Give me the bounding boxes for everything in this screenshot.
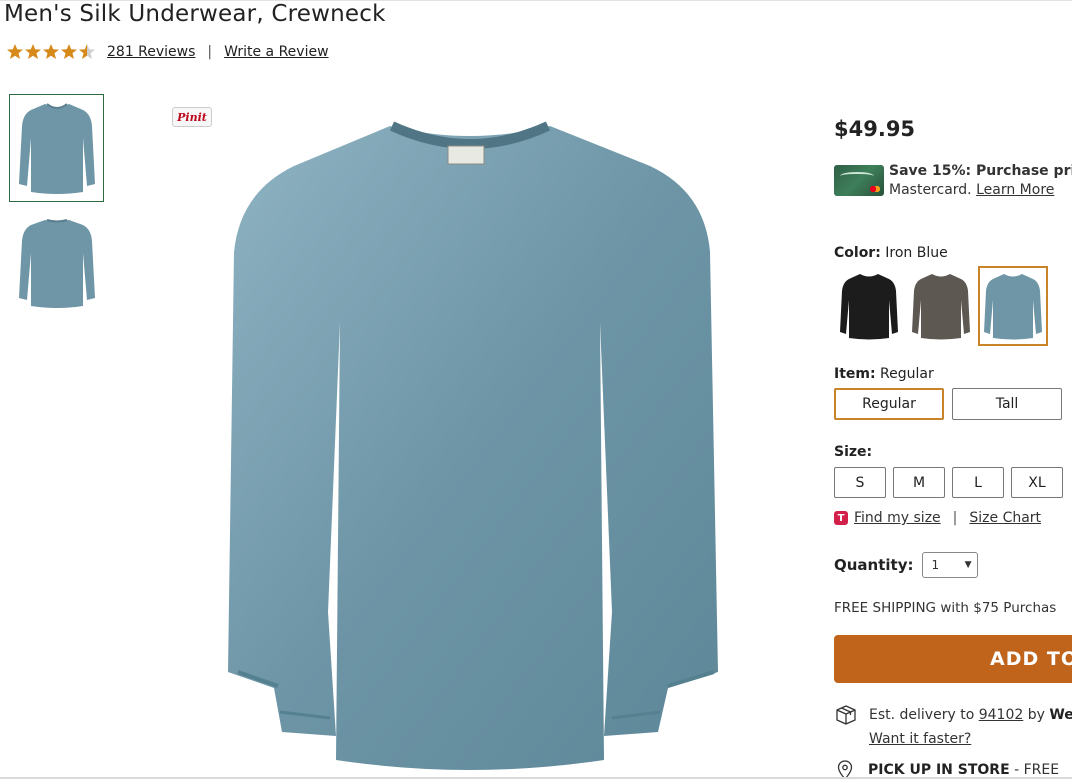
fit-separator: | [952, 510, 958, 526]
color-swatches [834, 266, 1048, 346]
buy-box: $49.95 Save 15%: Purchase pric Mastercar… [834, 0, 1072, 779]
shirt-hero-image [228, 121, 718, 770]
size-option-l[interactable]: L [952, 467, 1004, 498]
pinterest-pin-button[interactable]: Pinit [172, 107, 212, 127]
size-option-s[interactable]: S [834, 467, 886, 498]
swatch-shirt-image [912, 274, 970, 340]
color-value: Iron Blue [885, 245, 948, 261]
add-to-bag-button[interactable]: ADD TO [834, 635, 1072, 683]
free-shipping-text: FREE SHIPPING with $75 Purchas [834, 600, 1057, 616]
product-price: $49.95 [834, 117, 916, 141]
size-option-m[interactable]: M [893, 467, 945, 498]
star-icon [6, 43, 24, 60]
zip-code-link[interactable]: 94102 [979, 707, 1024, 723]
size-option-xl[interactable]: XL [1011, 467, 1063, 498]
item-options: Regular Tall [834, 388, 1062, 420]
size-chart-link[interactable]: Size Chart [969, 510, 1041, 526]
chevron-down-icon: ▼ [964, 560, 972, 570]
product-title: Men's Silk Underwear, Crewneck [4, 1, 386, 27]
write-review-link[interactable]: Write a Review [224, 44, 328, 60]
swatch-shirt-image [840, 274, 898, 340]
quantity-label: Quantity: [834, 556, 914, 574]
color-swatch-iron-blue[interactable] [978, 266, 1048, 346]
card-offer-headline: Save 15%: Purchase pric [889, 163, 1072, 179]
color-swatch-black[interactable] [834, 266, 904, 346]
card-offer-text: Mastercard. [889, 182, 972, 198]
swatch-shirt-image [984, 274, 1042, 340]
card-offer: Save 15%: Purchase pric Mastercard. Lear… [834, 162, 1072, 200]
rating-separator: | [207, 43, 213, 60]
size-label: Size: [834, 444, 873, 460]
quantity-value: 1 [931, 558, 940, 572]
delivery-estimate: Est. delivery to 94102 by Wed Want it fa… [834, 703, 1072, 751]
star-icon [24, 43, 42, 60]
size-options: S M L XL [834, 467, 1063, 498]
item-option-tall[interactable]: Tall [952, 388, 1062, 420]
reviews-link[interactable]: 281 Reviews [107, 44, 195, 60]
shirt-front-image [18, 103, 95, 194]
delivery-day: Wed [1049, 707, 1072, 723]
star-rating[interactable] [6, 43, 96, 60]
true-fit-icon: T [834, 511, 848, 525]
thumbnail-back[interactable] [9, 208, 104, 316]
thumbnail-list [9, 94, 105, 322]
item-option-regular[interactable]: Regular [834, 388, 944, 420]
want-it-faster-link[interactable]: Want it faster? [869, 731, 971, 747]
package-icon [836, 705, 856, 725]
fit-row: T Find my size | Size Chart [834, 510, 1041, 526]
quantity-row: Quantity: 1 ▼ [834, 552, 978, 578]
delivery-by: by [1027, 707, 1045, 723]
item-value: Regular [880, 366, 934, 382]
quantity-select[interactable]: 1 ▼ [921, 552, 978, 578]
find-my-size-link[interactable]: Find my size [854, 510, 941, 526]
product-main-image[interactable] [220, 112, 725, 777]
item-label: Item: [834, 366, 876, 382]
pickup-label: PICK UP IN STORE [868, 762, 1010, 778]
color-label: Color: [834, 245, 881, 261]
thumbnail-front[interactable] [9, 94, 104, 202]
color-swatch-charcoal[interactable] [906, 266, 976, 346]
shirt-back-image [18, 219, 95, 308]
item-label-row: Item: Regular [834, 366, 934, 382]
color-label-row: Color: Iron Blue [834, 245, 948, 261]
delivery-prefix: Est. delivery to [869, 707, 975, 723]
credit-card-icon [834, 165, 884, 196]
star-icon [60, 43, 78, 60]
rating-row: 281 Reviews | Write a Review [6, 43, 329, 60]
star-icon [78, 43, 96, 60]
pickup-free: - FREE [1014, 762, 1060, 778]
star-icon [42, 43, 60, 60]
size-label-row: Size: [834, 444, 872, 460]
learn-more-link[interactable]: Learn More [976, 182, 1054, 198]
